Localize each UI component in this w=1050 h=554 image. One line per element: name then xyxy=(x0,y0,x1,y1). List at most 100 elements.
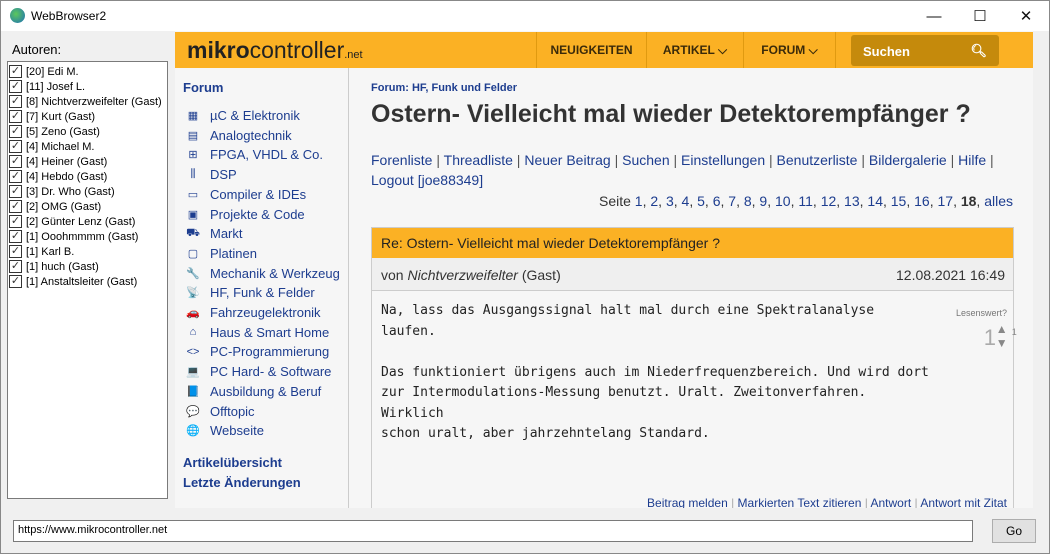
page-link[interactable]: 10 xyxy=(775,193,791,209)
forum-link[interactable]: Forenliste xyxy=(371,152,432,168)
sidebar-item[interactable]: ▢ Platinen xyxy=(185,246,257,261)
sidebar-item[interactable]: ▣ Projekte & Code xyxy=(185,207,305,222)
page-link[interactable]: 6 xyxy=(713,193,721,209)
page-link[interactable]: 2 xyxy=(650,193,658,209)
page-link[interactable]: 3 xyxy=(666,193,674,209)
page-link[interactable]: 5 xyxy=(697,193,705,209)
author-item[interactable]: ✓ [3] Dr. Who (Gast) xyxy=(9,184,166,199)
author-item[interactable]: ✓ [8] Nichtverzweifelter (Gast) xyxy=(9,94,166,109)
checkbox-checked-icon[interactable]: ✓ xyxy=(9,95,22,108)
checkbox-checked-icon[interactable]: ✓ xyxy=(9,215,22,228)
page-link[interactable]: 9 xyxy=(759,193,767,209)
sidebar-item[interactable]: 🔧 Mechanik & Werkzeug xyxy=(185,266,340,281)
checkbox-checked-icon[interactable]: ✓ xyxy=(9,275,22,288)
close-button[interactable]: ✕ xyxy=(1003,1,1049,31)
forum-link[interactable]: Logout [joe88349] xyxy=(371,172,483,188)
title-bar: WebBrowser2 — ☐ ✕ xyxy=(1,1,1049,31)
author-item[interactable]: ✓ [1] Ooohmmmm (Gast) xyxy=(9,229,166,244)
post-action-link[interactable]: Beitrag melden xyxy=(647,496,728,508)
page-link[interactable]: 17 xyxy=(937,193,953,209)
sidebar-item[interactable]: ⊞ FPGA, VHDL & Co. xyxy=(185,147,323,162)
sidebar-item[interactable]: ▭ Compiler & IDEs xyxy=(185,187,306,202)
forum-link[interactable]: Suchen xyxy=(622,152,669,168)
sidebar-link[interactable]: Letzte Änderungen xyxy=(183,475,301,490)
forum-link[interactable]: Bildergalerie xyxy=(869,152,947,168)
page-link[interactable]: 13 xyxy=(844,193,860,209)
author-item[interactable]: ✓ [2] Günter Lenz (Gast) xyxy=(9,214,166,229)
checkbox-checked-icon[interactable]: ✓ xyxy=(9,65,22,78)
sidebar-item[interactable]: 🚗 Fahrzeugelektronik xyxy=(185,305,320,320)
author-item[interactable]: ✓ [1] huch (Gast) xyxy=(9,259,166,274)
checkbox-checked-icon[interactable]: ✓ xyxy=(9,125,22,138)
author-item[interactable]: ✓ [4] Hebdo (Gast) xyxy=(9,169,166,184)
checkbox-checked-icon[interactable]: ✓ xyxy=(9,230,22,243)
nav-forum[interactable]: FORUM ⌵ xyxy=(743,32,836,68)
sidebar-item[interactable]: ⌂ Haus & Smart Home xyxy=(185,325,330,340)
author-item[interactable]: ✓ [5] Zeno (Gast) xyxy=(9,124,166,139)
page-link-all[interactable]: alles xyxy=(984,193,1013,209)
sidebar-heading[interactable]: Forum xyxy=(183,80,223,95)
post-action-link[interactable]: Markierten Text zitieren xyxy=(738,496,862,508)
vertical-scrollbar[interactable] xyxy=(1033,31,1049,508)
checkbox-checked-icon[interactable]: ✓ xyxy=(9,110,22,123)
page-link[interactable]: 14 xyxy=(867,193,883,209)
url-input[interactable]: https://www.mikrocontroller.net xyxy=(13,520,973,542)
sidebar-item[interactable]: ⛟ Markt xyxy=(185,226,242,241)
forum-link[interactable]: Benutzerliste xyxy=(777,152,858,168)
sidebar-item[interactable]: ▦ µC & Elektronik xyxy=(185,108,300,123)
downvote-icon[interactable]: ▼ xyxy=(996,336,1008,350)
nav-artikel[interactable]: ARTIKEL ⌵ xyxy=(646,32,743,68)
authors-listbox[interactable]: ✓ [20] Edi M. ✓ [11] Josef L. ✓ [8] Nichtverz… xyxy=(7,61,168,499)
checkbox-checked-icon[interactable]: ✓ xyxy=(9,200,22,213)
page-link[interactable]: 4 xyxy=(682,193,690,209)
sidebar-item[interactable]: 📡 HF, Funk & Felder xyxy=(185,285,315,300)
sidebar-item[interactable]: 📘 Ausbildung & Beruf xyxy=(185,384,321,399)
author-item[interactable]: ✓ [20] Edi M. xyxy=(9,64,166,79)
search-box[interactable]: Suchen 🔍︎ xyxy=(851,35,999,66)
forum-link[interactable]: Einstellungen xyxy=(681,152,765,168)
upvote-icon[interactable]: ▲ xyxy=(996,322,1008,336)
checkbox-checked-icon[interactable]: ✓ xyxy=(9,140,22,153)
checkbox-checked-icon[interactable]: ✓ xyxy=(9,245,22,258)
sidebar-item[interactable]: 🌐 Webseite xyxy=(185,423,264,438)
author-label: [5] Zeno (Gast) xyxy=(26,125,100,138)
checkbox-checked-icon[interactable]: ✓ xyxy=(9,185,22,198)
forum-link[interactable]: Threadliste xyxy=(444,152,513,168)
post-author[interactable]: Nichtverzweifelter xyxy=(407,267,517,283)
author-item[interactable]: ✓ [2] OMG (Gast) xyxy=(9,199,166,214)
author-item[interactable]: ✓ [4] Michael M. xyxy=(9,139,166,154)
sidebar-item[interactable]: ▤ Analogtechnik xyxy=(185,128,292,143)
checkbox-checked-icon[interactable]: ✓ xyxy=(9,260,22,273)
post-action-link[interactable]: Antwort mit Zitat xyxy=(920,496,1007,508)
page-link[interactable]: 11 xyxy=(798,193,813,209)
page-link[interactable]: 1 xyxy=(635,193,643,209)
nav-neuigkeiten[interactable]: NEUIGKEITEN xyxy=(536,32,646,68)
sidebar-item[interactable]: 💬 Offtopic xyxy=(185,404,254,419)
sidebar-item[interactable]: <> PC-Programmierung xyxy=(185,344,330,359)
maximize-button[interactable]: ☐ xyxy=(957,1,1003,31)
sidebar-item[interactable]: 💻 PC Hard- & Software xyxy=(185,364,331,379)
site-logo[interactable]: mikrocontroller.net xyxy=(187,37,363,64)
page-link[interactable]: 15 xyxy=(891,193,907,209)
author-item[interactable]: ✓ [1] Karl B. xyxy=(9,244,166,259)
page-link[interactable]: 7 xyxy=(728,193,736,209)
sidebar-item[interactable]: ⫼ DSP xyxy=(185,167,236,182)
author-item[interactable]: ✓ [11] Josef L. xyxy=(9,79,166,94)
author-item[interactable]: ✓ [7] Kurt (Gast) xyxy=(9,109,166,124)
author-item[interactable]: ✓ [1] Anstaltsleiter (Gast) xyxy=(9,274,166,289)
sidebar-link[interactable]: Artikelübersicht xyxy=(183,455,282,470)
checkbox-checked-icon[interactable]: ✓ xyxy=(9,155,22,168)
forum-link[interactable]: Neuer Beitrag xyxy=(524,152,610,168)
go-button[interactable]: Go xyxy=(992,519,1036,543)
page-link[interactable]: 16 xyxy=(914,193,930,209)
page-link[interactable]: 12 xyxy=(821,193,837,209)
breadcrumb[interactable]: Forum: HF, Funk und Felder xyxy=(371,82,517,94)
checkbox-checked-icon[interactable]: ✓ xyxy=(9,170,22,183)
post-action-link[interactable]: Antwort xyxy=(871,496,912,508)
author-item[interactable]: ✓ [4] Heiner (Gast) xyxy=(9,154,166,169)
forum-link[interactable]: Hilfe xyxy=(958,152,986,168)
page-link[interactable]: 8 xyxy=(744,193,752,209)
minimize-button[interactable]: — xyxy=(911,1,957,31)
search-icon[interactable]: 🔍︎ xyxy=(970,43,987,59)
checkbox-checked-icon[interactable]: ✓ xyxy=(9,80,22,93)
